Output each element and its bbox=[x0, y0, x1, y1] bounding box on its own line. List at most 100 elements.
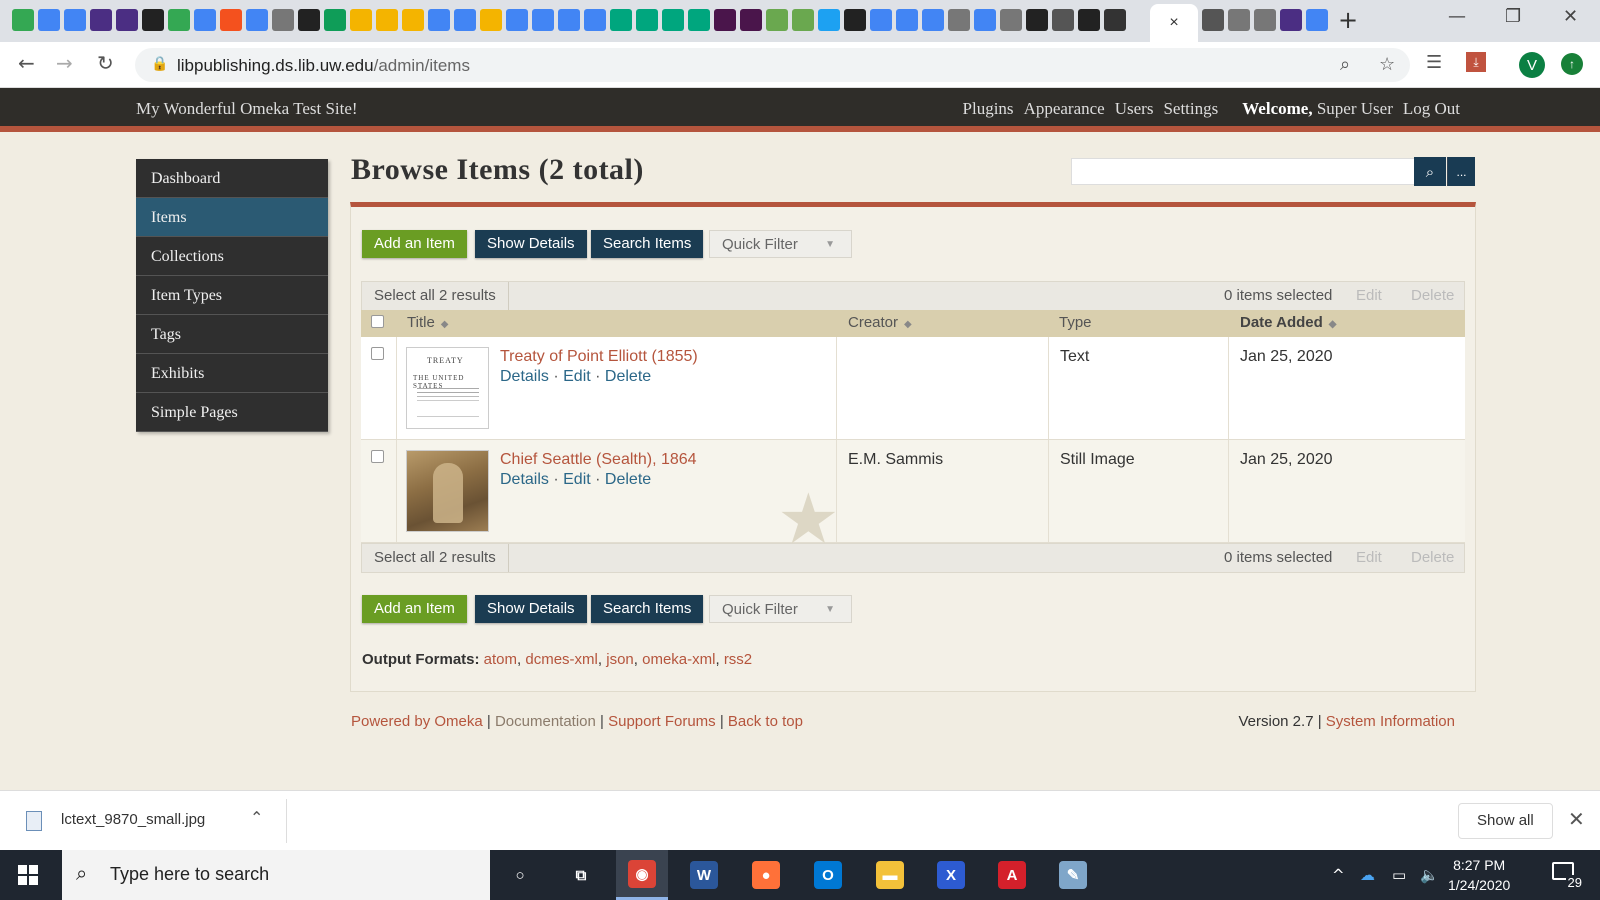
tab-favicon-icon[interactable] bbox=[1306, 9, 1328, 31]
back-to-top-link[interactable]: Back to top bbox=[728, 713, 803, 730]
batch-edit-button[interactable]: Edit bbox=[1356, 549, 1382, 566]
taskbar-chrome-icon[interactable]: ◉ bbox=[616, 850, 668, 900]
delete-link[interactable]: Delete bbox=[605, 471, 651, 488]
tab-favicon-icon[interactable] bbox=[1104, 9, 1126, 31]
edit-link[interactable]: Edit bbox=[563, 471, 591, 488]
tab-favicon-icon[interactable] bbox=[636, 9, 658, 31]
tab-favicons[interactable] bbox=[12, 9, 1126, 31]
sidebar-item-exhibits[interactable]: Exhibits bbox=[136, 354, 328, 393]
logout-link[interactable]: Log Out bbox=[1403, 99, 1460, 119]
search-input[interactable] bbox=[1071, 158, 1415, 185]
tab-favicon-icon[interactable] bbox=[558, 9, 580, 31]
tab-favicon-icon[interactable] bbox=[792, 9, 814, 31]
taskbar-search-box[interactable]: ⌕ Type here to search bbox=[62, 850, 490, 900]
tab-favicon-icon[interactable] bbox=[324, 9, 346, 31]
select-all-results[interactable]: Select all 2 results bbox=[362, 282, 509, 310]
reading-list-icon[interactable]: ☰ bbox=[1426, 52, 1442, 73]
show-details-button[interactable]: Show Details bbox=[475, 230, 587, 258]
tab-favicon-icon[interactable] bbox=[922, 9, 944, 31]
url-text[interactable]: libpublishing.ds.lib.uw.edu/admin/items bbox=[177, 56, 470, 76]
system-information-link[interactable]: System Information bbox=[1326, 713, 1455, 730]
taskbar-word-icon[interactable]: W bbox=[678, 850, 730, 900]
tab-favicon-icon[interactable] bbox=[220, 9, 242, 31]
tab-favicon-icon[interactable] bbox=[1000, 9, 1022, 31]
taskbar-firefox-icon[interactable]: ● bbox=[740, 850, 792, 900]
lock-icon[interactable]: 🔒 bbox=[151, 56, 168, 72]
tab-favicons-right[interactable] bbox=[1202, 9, 1328, 31]
tab-favicon-icon[interactable] bbox=[1254, 9, 1276, 31]
close-tab-icon[interactable]: × bbox=[1169, 14, 1178, 32]
tab-favicon-icon[interactable] bbox=[896, 9, 918, 31]
zoom-icon[interactable]: ⌕ bbox=[1340, 54, 1350, 75]
tab-favicon-icon[interactable] bbox=[1052, 9, 1074, 31]
tab-favicon-icon[interactable] bbox=[506, 9, 528, 31]
back-icon[interactable]: ← bbox=[18, 51, 35, 75]
search-icon[interactable]: ⌕ bbox=[1414, 157, 1446, 186]
taskbar-xmind-icon[interactable]: X bbox=[925, 850, 977, 900]
tab-favicon-icon[interactable] bbox=[584, 9, 606, 31]
tab-favicon-icon[interactable] bbox=[1228, 9, 1250, 31]
tab-favicon-icon[interactable] bbox=[38, 9, 60, 31]
close-window-button[interactable]: ✕ bbox=[1563, 6, 1578, 27]
support-forums-link[interactable]: Support Forums bbox=[608, 713, 716, 730]
site-title[interactable]: My Wonderful Omeka Test Site! bbox=[136, 99, 358, 119]
taskbar-clock[interactable]: 8:27 PM 1/24/2020 bbox=[1448, 855, 1510, 895]
sidebar-item-items[interactable]: Items bbox=[136, 198, 328, 237]
tab-favicon-icon[interactable] bbox=[766, 9, 788, 31]
tab-favicon-icon[interactable] bbox=[844, 9, 866, 31]
row-checkbox[interactable] bbox=[371, 347, 384, 360]
download-filename[interactable]: lctext_9870_small.jpg bbox=[61, 811, 205, 828]
format-json[interactable]: json bbox=[606, 651, 634, 668]
tab-favicon-icon[interactable] bbox=[90, 9, 112, 31]
tab-favicon-icon[interactable] bbox=[168, 9, 190, 31]
item-thumbnail[interactable] bbox=[406, 450, 489, 532]
tab-favicon-icon[interactable] bbox=[1078, 9, 1100, 31]
active-tab[interactable]: × bbox=[1150, 4, 1198, 42]
batch-delete-button[interactable]: Delete bbox=[1411, 287, 1454, 304]
user-name[interactable]: Super User bbox=[1317, 99, 1393, 118]
sidebar-item-tags[interactable]: Tags bbox=[136, 315, 328, 354]
update-icon[interactable]: ↑ bbox=[1561, 53, 1583, 75]
tab-favicon-icon[interactable] bbox=[870, 9, 892, 31]
tab-favicon-icon[interactable] bbox=[350, 9, 372, 31]
delete-link[interactable]: Delete bbox=[605, 368, 651, 385]
taskbar-task-view-icon[interactable]: ⧉ bbox=[555, 850, 607, 900]
tab-favicon-icon[interactable] bbox=[12, 9, 34, 31]
tab-favicon-icon[interactable] bbox=[64, 9, 86, 31]
chevron-up-icon[interactable]: ⌃ bbox=[250, 808, 263, 827]
tab-favicon-icon[interactable] bbox=[272, 9, 294, 31]
column-date-added[interactable]: Date Added ◆ bbox=[1240, 314, 1337, 331]
advanced-search-button[interactable]: ... bbox=[1447, 157, 1475, 186]
tab-favicon-icon[interactable] bbox=[454, 9, 476, 31]
details-link[interactable]: Details bbox=[500, 368, 549, 385]
format-dcmes-xml[interactable]: dcmes-xml bbox=[525, 651, 598, 668]
notifications-icon[interactable]: 29 bbox=[1550, 860, 1582, 890]
nav-plugins[interactable]: Plugins bbox=[963, 99, 1014, 119]
batch-delete-button[interactable]: Delete bbox=[1411, 549, 1454, 566]
tab-favicon-icon[interactable] bbox=[194, 9, 216, 31]
address-bar[interactable]: 🔒 libpublishing.ds.lib.uw.edu/admin/item… bbox=[135, 48, 1410, 82]
tray-chevron-icon[interactable]: ^ bbox=[1332, 866, 1345, 884]
show-details-button[interactable]: Show Details bbox=[475, 595, 587, 623]
sidebar-item-simple-pages[interactable]: Simple Pages bbox=[136, 393, 328, 432]
forward-icon[interactable]: → bbox=[56, 51, 73, 75]
tab-favicon-icon[interactable] bbox=[116, 9, 138, 31]
sidebar-item-collections[interactable]: Collections bbox=[136, 237, 328, 276]
format-rss2[interactable]: rss2 bbox=[724, 651, 752, 668]
close-download-bar-icon[interactable]: ✕ bbox=[1568, 807, 1585, 831]
onedrive-cloud-icon[interactable]: ☁ bbox=[1360, 866, 1375, 884]
tab-favicon-icon[interactable] bbox=[948, 9, 970, 31]
new-tab-button[interactable]: + bbox=[1338, 6, 1358, 34]
tab-favicon-icon[interactable] bbox=[428, 9, 450, 31]
minimize-button[interactable]: — bbox=[1448, 6, 1466, 27]
sidebar-item-dashboard[interactable]: Dashboard bbox=[136, 159, 328, 198]
sidebar-item-item-types[interactable]: Item Types bbox=[136, 276, 328, 315]
row-checkbox[interactable] bbox=[371, 450, 384, 463]
tab-favicon-icon[interactable] bbox=[688, 9, 710, 31]
taskbar-acrobat-icon[interactable]: A bbox=[986, 850, 1038, 900]
details-link[interactable]: Details bbox=[500, 471, 549, 488]
tab-favicon-icon[interactable] bbox=[480, 9, 502, 31]
tab-favicon-icon[interactable] bbox=[402, 9, 424, 31]
add-item-button[interactable]: Add an Item bbox=[362, 230, 467, 258]
tab-favicon-icon[interactable] bbox=[298, 9, 320, 31]
